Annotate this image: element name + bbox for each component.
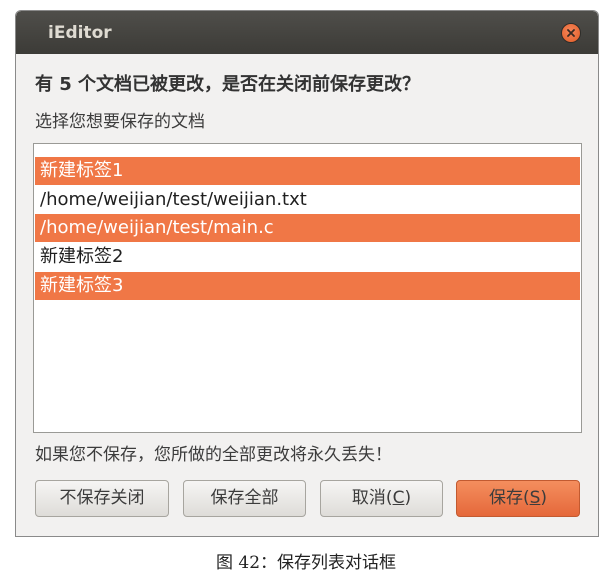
save-all-button[interactable]: 保存全部: [183, 480, 306, 517]
cancel-mnemonic: C: [392, 488, 405, 508]
close-window-button[interactable]: [561, 23, 581, 43]
dialog-subheading: 选择您想要保存的文档: [35, 112, 205, 132]
data-loss-warning: 如果您不保存，您所做的全部更改将永久丢失！: [35, 445, 392, 465]
document-list[interactable]: 新建标签1 /home/weijian/test/weijian.txt /ho…: [33, 143, 582, 433]
save-dialog-window: iEditor 有 5 个文档已被更改，是否在关闭前保存更改？ 选择您想要保存的…: [15, 10, 599, 537]
save-button[interactable]: 保存(S): [456, 480, 580, 517]
list-item-doc-5[interactable]: 新建标签3: [35, 272, 580, 300]
save-label-prefix: 保存(: [488, 488, 530, 508]
list-item-doc-2[interactable]: /home/weijian/test/weijian.txt: [35, 186, 580, 214]
close-icon: [567, 29, 575, 37]
title-bar[interactable]: iEditor: [16, 11, 598, 54]
cancel-label-prefix: 取消(: [351, 488, 393, 508]
window-title: iEditor: [48, 23, 112, 43]
list-item-doc-3[interactable]: /home/weijian/test/main.c: [35, 214, 580, 242]
save-label-suffix: ): [540, 488, 548, 508]
list-item-doc-4[interactable]: 新建标签2: [35, 243, 580, 271]
cancel-button[interactable]: 取消(C): [320, 480, 443, 517]
close-without-save-button[interactable]: 不保存关闭: [35, 480, 169, 517]
dialog-heading: 有 5 个文档已被更改，是否在关闭前保存更改？: [35, 74, 421, 95]
save-mnemonic: S: [529, 488, 541, 508]
figure-caption: 图 42：保存列表对话框: [215, 553, 397, 573]
list-item-doc-1[interactable]: 新建标签1: [35, 157, 580, 185]
cancel-label-suffix: ): [404, 488, 412, 508]
